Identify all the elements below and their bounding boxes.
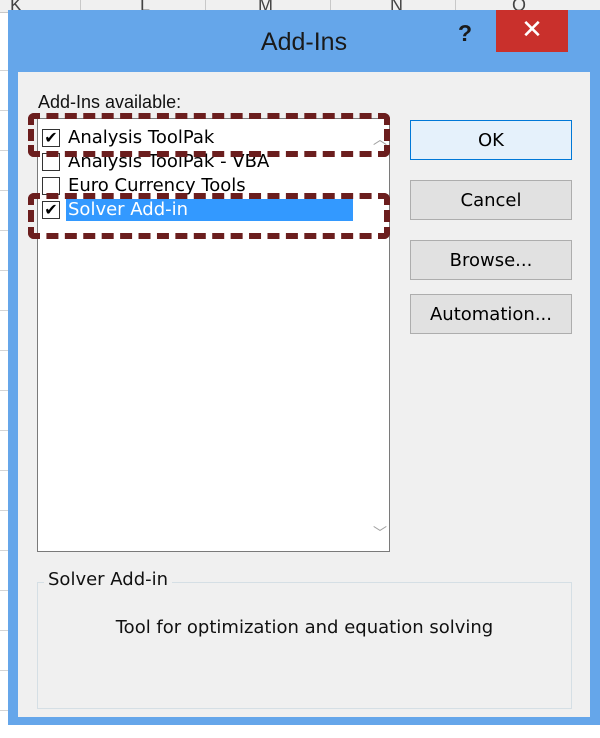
row-divider — [0, 510, 8, 511]
listbox-scrollbar[interactable]: ︿ ﹀ — [371, 119, 389, 551]
row-divider — [0, 630, 8, 631]
row-divider — [0, 350, 8, 351]
cancel-button[interactable]: Cancel — [410, 180, 572, 220]
row-divider — [0, 230, 8, 231]
row-divider — [0, 390, 8, 391]
add-ins-available-label: Add-Ins available: — [38, 92, 182, 112]
highlight-box-solver-add-in — [28, 193, 390, 239]
row-divider — [0, 550, 8, 551]
browse-button[interactable]: Browse... — [410, 240, 572, 280]
automation-button[interactable]: Automation... — [410, 294, 572, 334]
row-divider — [0, 270, 8, 271]
description-text: Tool for optimization and equation solvi… — [115, 617, 494, 638]
description-group — [37, 582, 572, 709]
close-icon: ✕ — [521, 15, 543, 45]
row-divider — [0, 430, 8, 431]
dialog-title-bar[interactable]: Add-Ins ? ✕ — [8, 10, 600, 72]
row-divider — [0, 470, 8, 471]
row-divider — [0, 310, 8, 311]
row-divider — [0, 590, 8, 591]
chevron-down-icon[interactable]: ﹀ — [373, 523, 387, 543]
row-divider — [0, 70, 8, 71]
row-divider — [0, 110, 8, 111]
ok-button[interactable]: OK — [410, 120, 572, 160]
close-button[interactable]: ✕ — [496, 10, 568, 52]
add-ins-listbox[interactable]: ✔ Analysis ToolPak Analysis ToolPak - VB… — [37, 118, 390, 552]
row-divider — [0, 150, 8, 151]
help-button[interactable]: ? — [453, 20, 477, 50]
highlight-box-analysis-toolpak — [28, 113, 390, 157]
row-divider — [0, 670, 8, 671]
description-group-title: Solver Add-in — [44, 569, 173, 590]
dialog-body: Add-Ins available: ✔ Analysis ToolPak An… — [18, 72, 590, 717]
row-divider — [0, 710, 8, 711]
row-divider — [0, 190, 8, 191]
